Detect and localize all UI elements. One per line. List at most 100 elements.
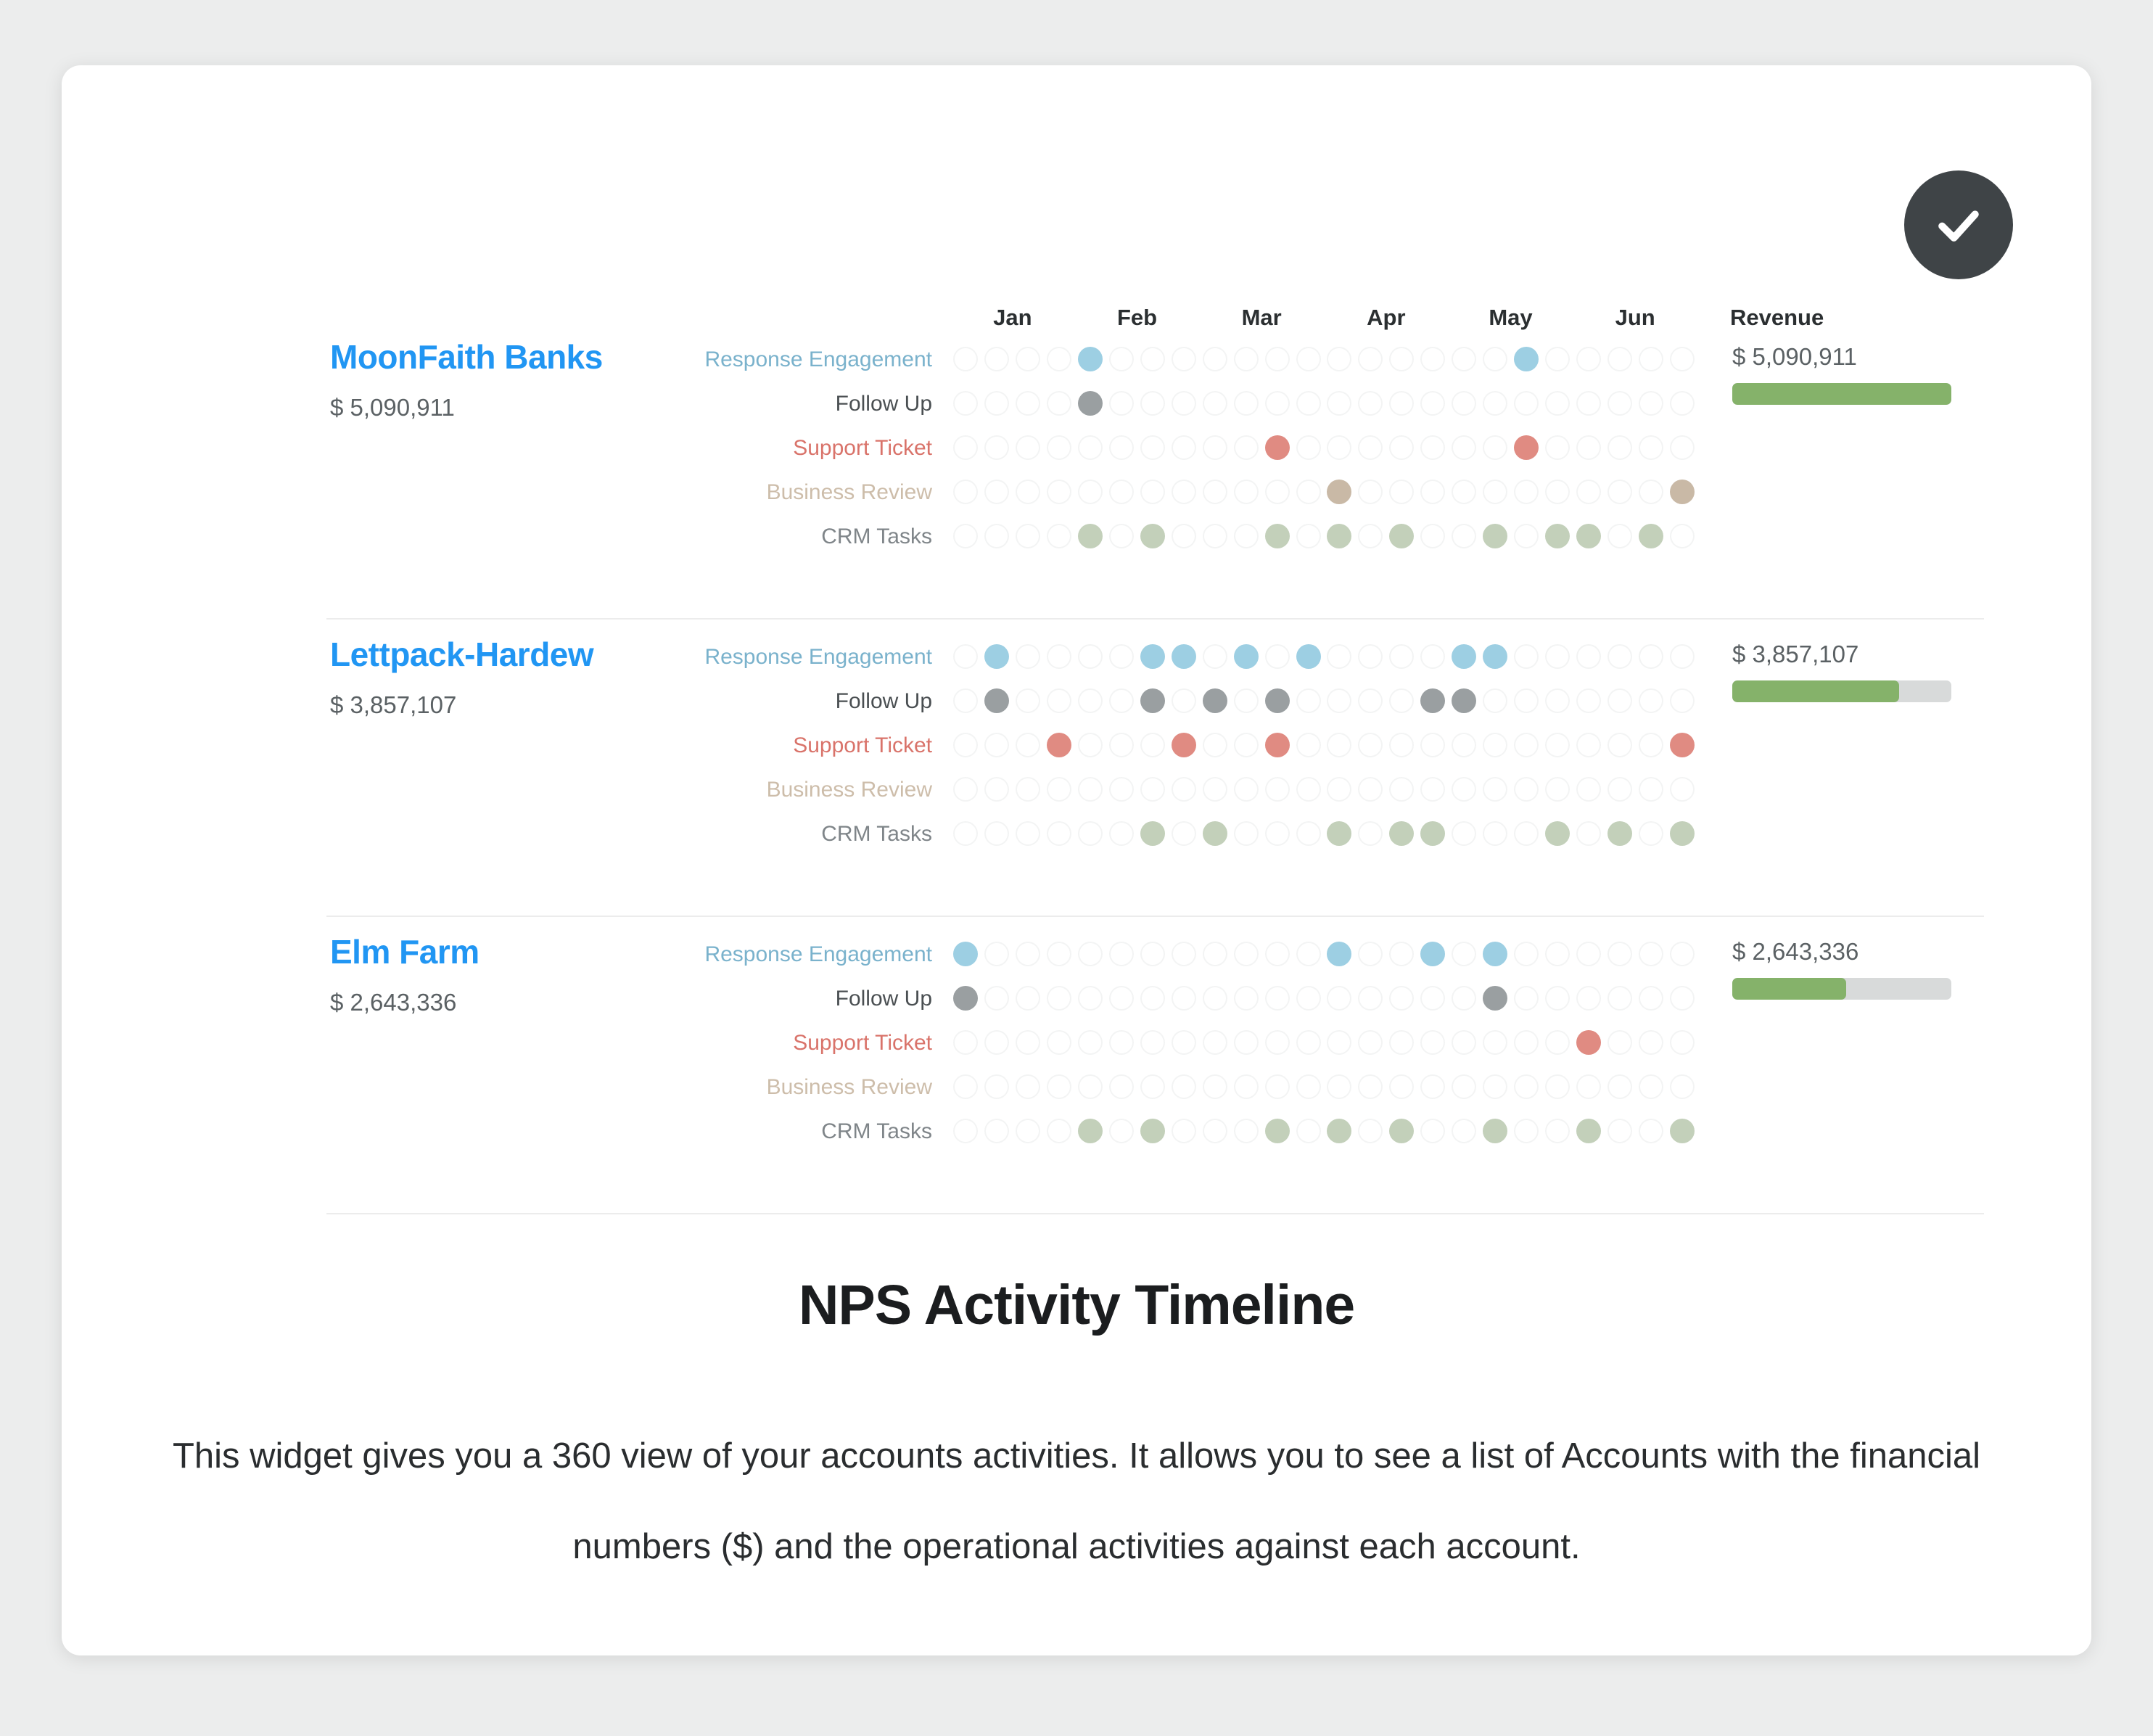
activity-dot-empty (1233, 347, 1259, 371)
activity-dot-active[interactable] (1140, 524, 1165, 548)
activity-dot-empty (1389, 777, 1415, 802)
account-name-link[interactable]: MoonFaith Banks (330, 337, 642, 377)
activity-dot-empty (984, 777, 1010, 802)
activity-dot-empty (1452, 480, 1477, 504)
activity-dot-active[interactable] (1544, 821, 1570, 846)
check-circle-icon[interactable] (1904, 170, 2013, 279)
activity-dot-empty (1140, 1074, 1165, 1099)
activity-dot-active[interactable] (1420, 688, 1446, 713)
activity-dot-active[interactable] (1140, 688, 1165, 713)
activity-dot-active[interactable] (1140, 644, 1165, 669)
activity-dot-active[interactable] (1264, 733, 1290, 757)
activity-dot-active[interactable] (1264, 688, 1290, 713)
activity-dot-active[interactable] (1420, 942, 1446, 966)
activity-dot-empty (1389, 942, 1415, 966)
activity-dot-empty (1389, 1030, 1415, 1055)
account-name-link[interactable]: Lettpack-Hardew (330, 635, 642, 674)
activity-dot-active[interactable] (1327, 821, 1352, 846)
activity-dot-active[interactable] (1327, 1119, 1352, 1143)
activity-dot-active[interactable] (1420, 821, 1446, 846)
activity-dot-empty (1358, 777, 1383, 802)
activity-dot-active[interactable] (1576, 1030, 1601, 1055)
activity-dot-active[interactable] (1544, 524, 1570, 548)
activity-dot-active[interactable] (1389, 524, 1415, 548)
activity-dot-active[interactable] (1669, 733, 1695, 757)
activity-dot-active[interactable] (1669, 480, 1695, 504)
activity-dot-active[interactable] (1078, 347, 1103, 371)
activity-row-label[interactable]: Follow Up (635, 691, 932, 712)
activity-dot-empty (1171, 480, 1196, 504)
activity-dot-active[interactable] (1171, 733, 1196, 757)
activity-dot-active[interactable] (1233, 644, 1259, 669)
activity-dot-active[interactable] (953, 986, 979, 1011)
activity-dot-active[interactable] (1078, 1119, 1103, 1143)
activity-dot-empty (1420, 1119, 1446, 1143)
activity-dot-active[interactable] (1607, 821, 1632, 846)
activity-dot-empty (1358, 1119, 1383, 1143)
activity-dot-active[interactable] (1389, 1119, 1415, 1143)
activity-dot-active[interactable] (1078, 391, 1103, 416)
activity-dot-active[interactable] (1078, 524, 1103, 548)
activity-dot-active[interactable] (1140, 821, 1165, 846)
activity-dot-active[interactable] (1452, 644, 1477, 669)
activity-dot-active[interactable] (1483, 942, 1508, 966)
activity-row-label[interactable]: Response Engagement (635, 646, 932, 668)
activity-row-label[interactable]: CRM Tasks (635, 823, 932, 845)
activity-row-label[interactable]: Follow Up (635, 393, 932, 415)
activity-dot-active[interactable] (1669, 821, 1695, 846)
activity-dot-active[interactable] (1483, 644, 1508, 669)
activity-row-label[interactable]: CRM Tasks (635, 1121, 932, 1143)
activity-dot-active[interactable] (1483, 524, 1508, 548)
activity-dot-active[interactable] (1513, 435, 1539, 460)
activity-row-label[interactable]: Support Ticket (635, 437, 932, 459)
activity-dot-empty (1047, 1074, 1072, 1099)
activity-dot-empty (1233, 1030, 1259, 1055)
activity-dot-active[interactable] (953, 942, 979, 966)
activity-dot-active[interactable] (984, 688, 1010, 713)
activity-dot-active[interactable] (1638, 524, 1663, 548)
activity-dot-empty (1264, 644, 1290, 669)
activity-dot-empty (1296, 480, 1321, 504)
activity-dot-empty (1140, 391, 1165, 416)
activity-row-label[interactable]: CRM Tasks (635, 526, 932, 548)
activity-dot-active[interactable] (1047, 733, 1072, 757)
activity-row-label[interactable]: Support Ticket (635, 735, 932, 757)
activity-dot-active[interactable] (1171, 644, 1196, 669)
activity-dot-active[interactable] (1483, 986, 1508, 1011)
activity-dot-active[interactable] (1202, 821, 1227, 846)
activity-dot-active[interactable] (1483, 1119, 1508, 1143)
activity-row-label[interactable]: Follow Up (635, 988, 932, 1010)
activity-dot-active[interactable] (1296, 644, 1321, 669)
activity-dot-active[interactable] (1389, 821, 1415, 846)
activity-dot-active[interactable] (1327, 942, 1352, 966)
activity-row-label[interactable]: Response Engagement (635, 349, 932, 371)
activity-dot-active[interactable] (1140, 1119, 1165, 1143)
activity-dot-active[interactable] (1264, 435, 1290, 460)
activity-dot-empty (1109, 524, 1135, 548)
activity-dot-active[interactable] (1327, 480, 1352, 504)
activity-dot-empty (1358, 821, 1383, 846)
activity-dot-active[interactable] (1327, 524, 1352, 548)
activity-dot-active[interactable] (1576, 1119, 1601, 1143)
activity-dot-active[interactable] (1264, 524, 1290, 548)
activity-dot-empty (984, 942, 1010, 966)
activity-row-label[interactable]: Business Review (635, 1077, 932, 1098)
activity-dot-active[interactable] (1264, 1119, 1290, 1143)
activity-dot-active[interactable] (1452, 688, 1477, 713)
activity-dot-empty (1233, 1119, 1259, 1143)
account-name-link[interactable]: Elm Farm (330, 932, 642, 971)
activity-dot-active[interactable] (1202, 688, 1227, 713)
activity-row-label[interactable]: Response Engagement (635, 944, 932, 966)
activity-dot-empty (1483, 347, 1508, 371)
activity-dot-active[interactable] (1669, 1119, 1695, 1143)
activity-dot-empty (1544, 435, 1570, 460)
activity-dot-empty (1327, 644, 1352, 669)
activity-dot-active[interactable] (1576, 524, 1601, 548)
activity-dot-empty (1358, 942, 1383, 966)
activity-dot-empty (1047, 524, 1072, 548)
activity-dot-active[interactable] (984, 644, 1010, 669)
activity-row-label[interactable]: Business Review (635, 779, 932, 801)
activity-row-label[interactable]: Support Ticket (635, 1032, 932, 1054)
activity-row-label[interactable]: Business Review (635, 482, 932, 503)
activity-dot-active[interactable] (1513, 347, 1539, 371)
